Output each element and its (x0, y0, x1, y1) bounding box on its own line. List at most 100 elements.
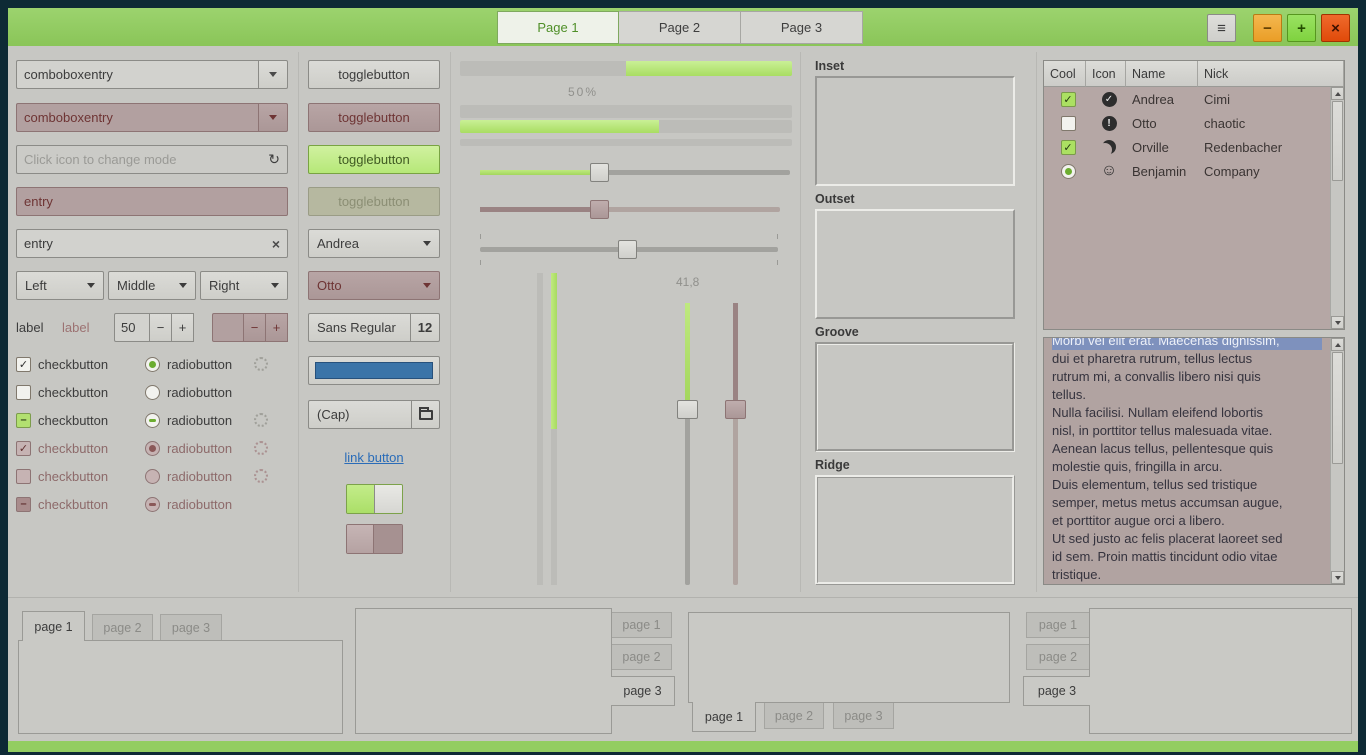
table-row[interactable]: Andrea Cimi (1044, 87, 1344, 111)
menu-button[interactable]: ≡ (1207, 14, 1236, 42)
scrollbar[interactable] (1330, 87, 1344, 329)
slider-handle (590, 200, 609, 219)
slider-handle[interactable] (618, 240, 637, 259)
comboboxentry[interactable] (16, 60, 288, 89)
checkbutton-mixed[interactable]: checkbutton (16, 409, 108, 431)
comboboxentry-disabled (16, 103, 288, 132)
font-size-label[interactable]: 12 (411, 313, 440, 342)
table-row[interactable]: Otto chaotic (1044, 111, 1344, 135)
togglebutton-label: togglebutton (338, 110, 410, 125)
header-tab-page1[interactable]: Page 1 (497, 11, 619, 44)
tab-page2[interactable]: page 2 (764, 703, 824, 729)
icon-entry-input[interactable] (24, 152, 268, 167)
header-tab-page2[interactable]: Page 2 (619, 11, 741, 44)
checkbox-checked-icon[interactable] (16, 357, 31, 372)
tab-page2[interactable]: page 2 (612, 644, 672, 670)
close-button[interactable]: × (1321, 14, 1350, 42)
radio-checked-icon[interactable] (1061, 164, 1076, 179)
combobox-left[interactable]: Left (16, 271, 104, 300)
radio-unchecked-icon[interactable] (145, 385, 160, 400)
link-button[interactable]: link button (308, 450, 440, 465)
slider-handle[interactable] (590, 163, 609, 182)
vscale[interactable] (677, 303, 698, 585)
combobox-middle[interactable]: Middle (108, 271, 196, 300)
tab-page2[interactable]: page 2 (92, 614, 153, 640)
spinner-icon (254, 469, 268, 483)
font-family-label[interactable]: Sans Regular (308, 313, 411, 342)
checkbutton-unchecked[interactable]: checkbutton (16, 381, 108, 403)
scroll-down-button[interactable] (1331, 571, 1344, 584)
entry-input[interactable] (24, 236, 272, 251)
tab-page3-active[interactable]: page 3 (611, 676, 675, 706)
hscale-with-marks[interactable] (480, 240, 778, 259)
refresh-icon[interactable] (268, 151, 280, 168)
file-name-label[interactable]: (Cap) (308, 400, 412, 429)
column-header-icon[interactable]: Icon (1086, 61, 1126, 87)
switch-handle[interactable] (374, 485, 402, 513)
checkbox-unchecked-icon[interactable] (16, 385, 31, 400)
slider-handle[interactable] (677, 400, 698, 419)
comboboxentry-input[interactable] (24, 67, 251, 82)
tab-page1[interactable]: page 1 (612, 612, 672, 638)
radiobutton-checked[interactable]: radiobutton (145, 353, 232, 375)
comboboxentry-dropdown-button[interactable] (258, 60, 288, 89)
radiobutton-label: radiobutton (167, 413, 232, 428)
tab-page3-active[interactable]: page 3 (1023, 676, 1090, 706)
spinbutton-value[interactable]: 50 (114, 313, 150, 342)
combobox-andrea[interactable]: Andrea (308, 229, 440, 258)
table-row[interactable]: Orville Redenbacher (1044, 135, 1344, 159)
treeview[interactable]: Cool Icon Name Nick Andrea Cimi Otto cha… (1043, 60, 1345, 330)
hamburger-icon: ≡ (1217, 20, 1226, 37)
spinner-icon (254, 357, 268, 371)
tab-page1[interactable]: page 1 (1026, 612, 1089, 638)
tab-page3[interactable]: page 3 (160, 614, 222, 640)
togglebutton-active[interactable]: togglebutton (308, 145, 440, 174)
scrollbar-thumb[interactable] (1332, 352, 1343, 464)
spin-increment-button[interactable]: + (172, 313, 194, 342)
textview-content[interactable]: Morbi vel elit erat. Maecenas dignissim,… (1044, 337, 1330, 584)
maximize-button[interactable]: + (1287, 14, 1316, 42)
scrollbar[interactable] (1330, 338, 1344, 584)
switch-on[interactable] (346, 484, 403, 514)
radio-checked-icon[interactable] (145, 357, 160, 372)
spin-decrement-button[interactable]: − (150, 313, 172, 342)
radiobutton-mixed[interactable]: radiobutton (145, 409, 232, 431)
checkbutton-checked[interactable]: checkbutton (16, 353, 108, 375)
checkbox-checked-icon[interactable] (1061, 140, 1076, 155)
column-header-cool[interactable]: Cool (1044, 61, 1086, 87)
spinbutton[interactable]: 50 − + (114, 313, 194, 342)
header-tab-page3[interactable]: Page 3 (741, 11, 863, 44)
scroll-down-button[interactable] (1331, 316, 1344, 329)
icon-entry[interactable] (16, 145, 288, 174)
scrollbar-thumb[interactable] (1332, 101, 1343, 181)
progressbar-fill (551, 273, 557, 429)
tab-page1-active[interactable]: page 1 (22, 611, 85, 641)
table-row[interactable]: Benjamin Company (1044, 159, 1344, 183)
text-line: dui et pharetra rutrum, tellus lectus (1052, 350, 1322, 368)
clear-icon[interactable] (272, 236, 280, 252)
tab-page3[interactable]: page 3 (833, 703, 894, 729)
combobox-right[interactable]: Right (200, 271, 288, 300)
switch-track (374, 525, 402, 553)
textview[interactable]: Morbi vel elit erat. Maecenas dignissim,… (1043, 337, 1345, 585)
chevron-down-icon (87, 283, 95, 288)
hscale[interactable] (480, 163, 790, 182)
minimize-button[interactable]: − (1253, 14, 1282, 42)
header-tab-strip: Page 1 Page 2 Page 3 (497, 11, 863, 44)
checkbox-mixed-icon[interactable] (16, 413, 31, 428)
color-button[interactable] (308, 356, 440, 385)
tab-page2[interactable]: page 2 (1026, 644, 1089, 670)
scroll-up-button[interactable] (1331, 87, 1344, 100)
tab-page1-active[interactable]: page 1 (692, 702, 756, 732)
togglebutton-normal[interactable]: togglebutton (308, 60, 440, 89)
file-chooser-button[interactable]: (Cap) (308, 400, 440, 429)
radiobutton-unchecked[interactable]: radiobutton (145, 381, 232, 403)
column-header-nick[interactable]: Nick (1198, 61, 1344, 87)
font-button[interactable]: Sans Regular 12 (308, 313, 440, 342)
entry-with-clear[interactable] (16, 229, 288, 258)
checkbox-checked-icon[interactable] (1061, 92, 1076, 107)
scroll-up-button[interactable] (1331, 338, 1344, 351)
radio-mixed-icon[interactable] (145, 413, 160, 428)
checkbox-unchecked-icon[interactable] (1061, 116, 1076, 131)
column-header-name[interactable]: Name (1126, 61, 1198, 87)
